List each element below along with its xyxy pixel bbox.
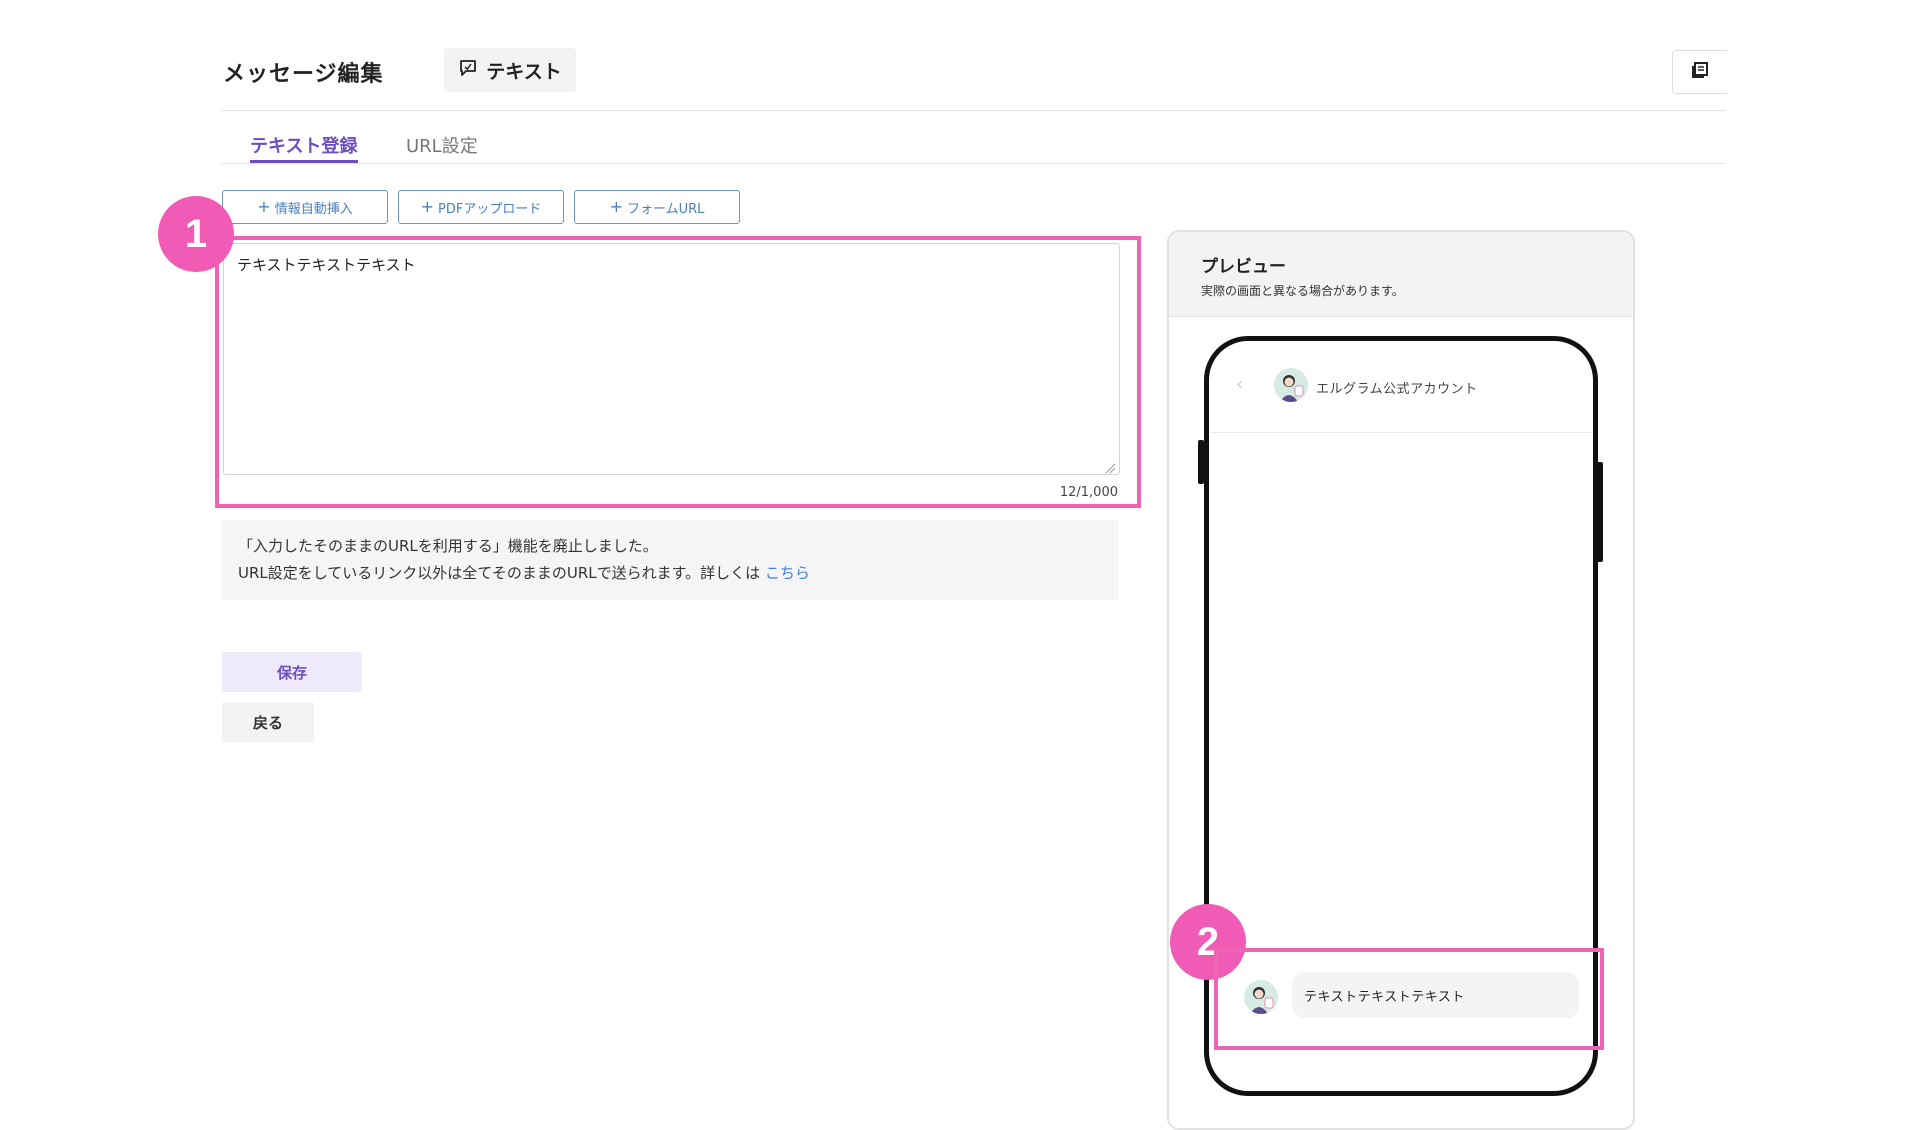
message-type-label: テキスト — [486, 60, 562, 83]
save-button[interactable]: 保存 — [222, 652, 362, 692]
step-badge-1: 1 — [158, 196, 234, 272]
notice-line-1: 「入力したそのままのURLを利用する」機能を廃止しました。 — [238, 537, 658, 555]
insert-info-label: 情報自動挿入 — [274, 201, 353, 217]
pdf-upload-button[interactable]: + PDFアップロード — [398, 190, 564, 224]
account-avatar — [1274, 368, 1308, 402]
plus-icon: + — [420, 197, 435, 216]
form-url-label: フォームURL — [627, 201, 705, 217]
message-bubble: テキストテキストテキスト — [1292, 972, 1579, 1018]
page-title: メッセージ編集 — [223, 62, 384, 87]
tabs-divider — [222, 163, 1726, 164]
preview-title: プレビュー — [1201, 257, 1286, 277]
form-url-button[interactable]: + フォームURL — [574, 190, 740, 224]
tab-text-registration[interactable]: テキスト登録 — [250, 132, 357, 158]
plus-icon: + — [257, 197, 271, 216]
insert-info-button[interactable]: + 情報自動挿入 — [222, 190, 388, 224]
notice-details-link[interactable]: こちら — [765, 564, 810, 582]
pdf-upload-label: PDFアップロード — [438, 201, 542, 217]
phone-header-divider — [1210, 432, 1592, 433]
notice-line-2: URL設定をしているリンク以外は全てそのままのURLで送られます。詳しくは こち… — [238, 560, 1102, 587]
account-name: エルグラム公式アカウント — [1316, 382, 1478, 397]
message-text-input[interactable]: テキストテキストテキスト — [223, 243, 1120, 475]
header-divider — [222, 110, 1726, 111]
chat-bubble-icon — [458, 58, 478, 83]
tab-url-settings[interactable]: URL設定 — [406, 132, 478, 158]
notice-line-2-text: URL設定をしているリンク以外は全てそのままのURLで送られます。詳しくは — [238, 564, 761, 582]
document-list-button[interactable] — [1672, 50, 1727, 94]
document-list-icon — [1691, 61, 1709, 83]
resize-handle-icon[interactable] — [1104, 459, 1116, 474]
preview-subtitle: 実際の画面と異なる場合があります。 — [1201, 284, 1404, 298]
character-count: 12/1,000 — [1059, 485, 1118, 500]
message-avatar — [1244, 980, 1278, 1014]
message-type-chip[interactable]: テキスト — [444, 48, 576, 92]
plus-icon: + — [609, 197, 623, 216]
chevron-left-icon[interactable]: ‹ — [1236, 374, 1243, 395]
notice-box: 「入力したそのままのURLを利用する」機能を廃止しました。 URL設定をしている… — [222, 520, 1118, 600]
back-button[interactable]: 戻る — [222, 702, 314, 742]
